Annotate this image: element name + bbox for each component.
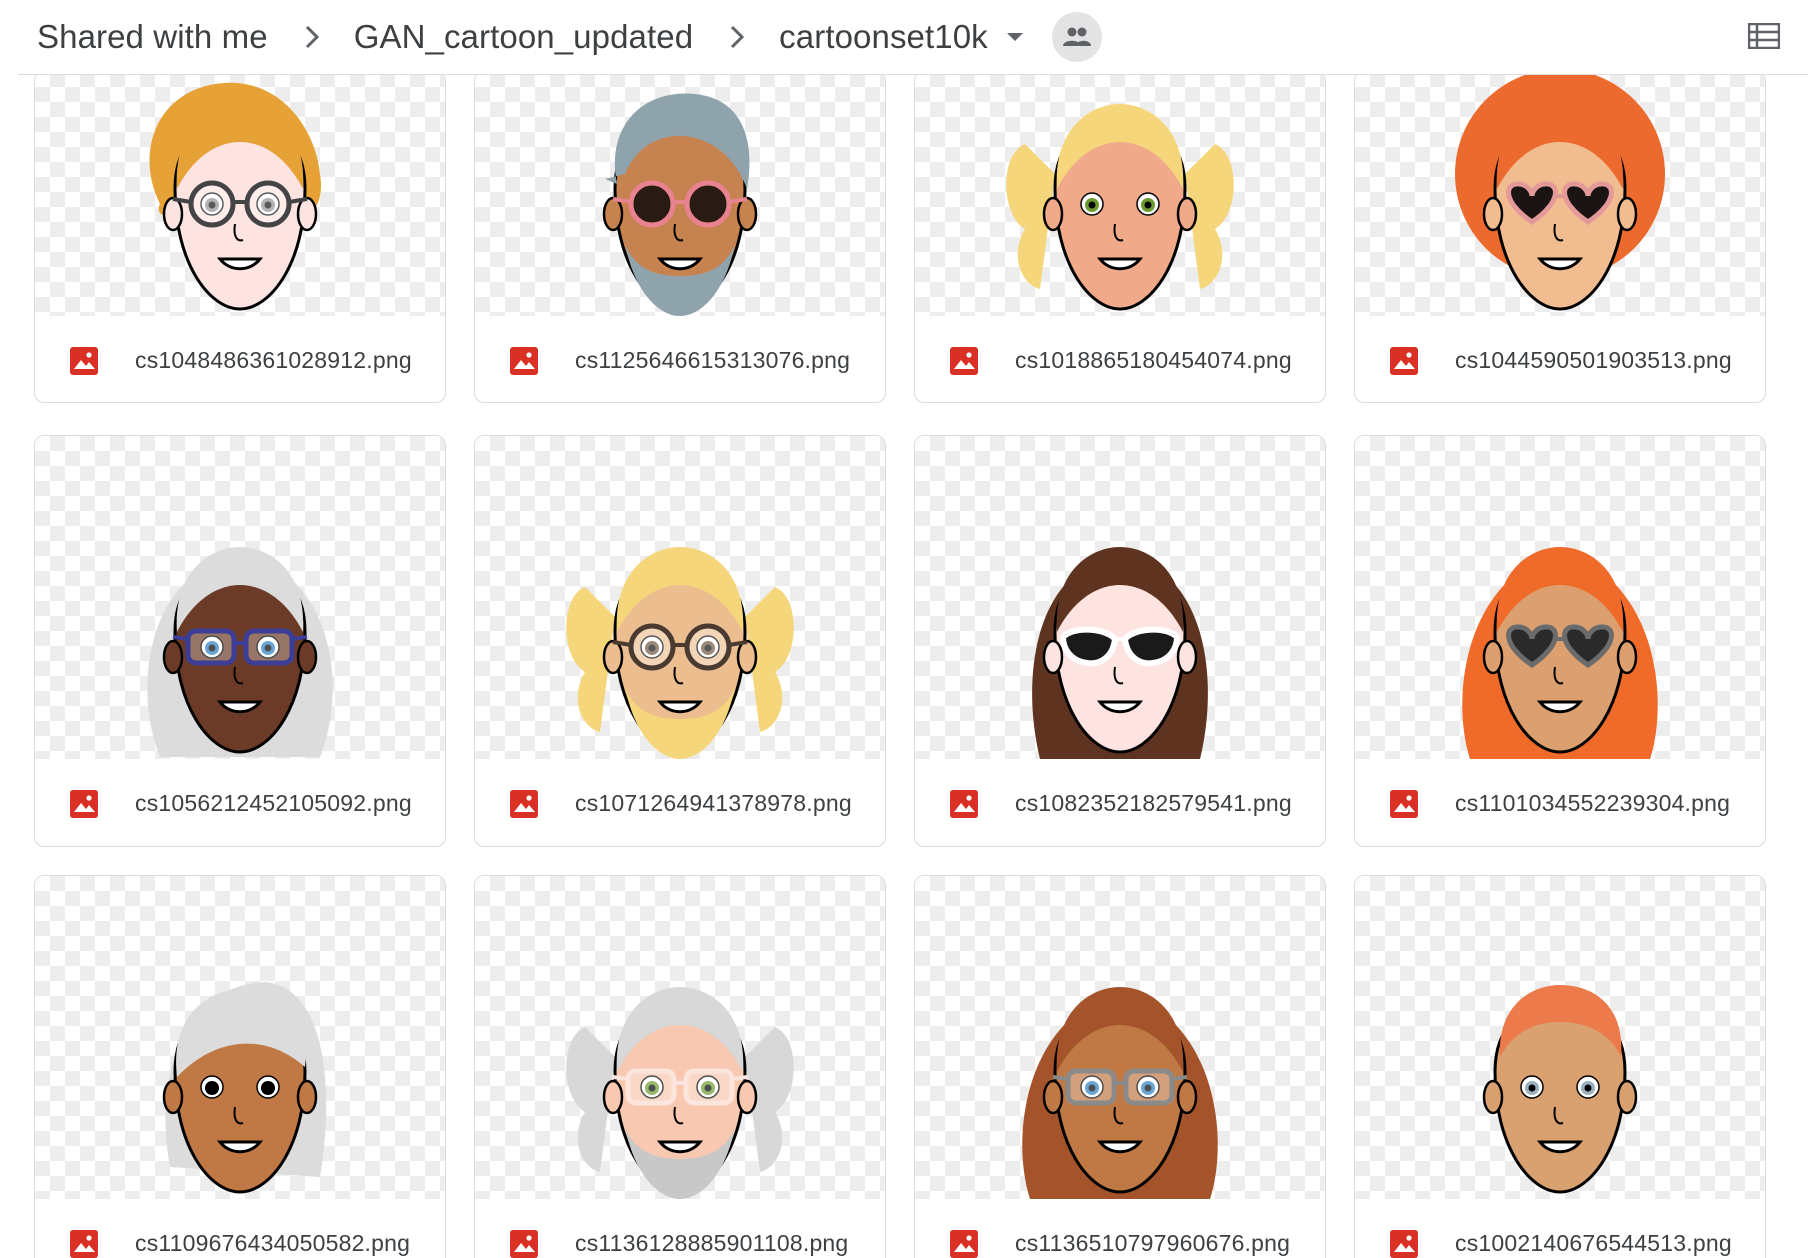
- image-file-icon: [510, 789, 538, 818]
- file-card[interactable]: cs1002140676544513.png: [1354, 875, 1766, 1258]
- file-name: cs1082352182579541.png: [1015, 790, 1292, 816]
- cartoon-avatar: [1462, 547, 1658, 759]
- cartoon-avatar: [566, 547, 794, 759]
- cartoon-avatar: [566, 987, 794, 1199]
- file-thumbnail[interactable]: [475, 75, 885, 316]
- breadcrumb-shared-with-me[interactable]: Shared with me: [37, 18, 268, 56]
- file-name: cs1002140676544513.png: [1455, 1230, 1732, 1256]
- image-file-icon: [70, 1229, 98, 1258]
- file-thumbnail[interactable]: [915, 75, 1325, 316]
- cartoon-avatar: [1455, 75, 1665, 311]
- file-meta[interactable]: cs1136510797960676.png: [915, 1199, 1325, 1258]
- image-file-icon: [70, 789, 98, 818]
- file-meta[interactable]: cs1101034552239304.png: [1355, 759, 1765, 846]
- cartoon-avatar: [1032, 547, 1208, 759]
- image-file-icon: [950, 789, 978, 818]
- file-meta[interactable]: cs1082352182579541.png: [915, 759, 1325, 846]
- file-card[interactable]: cs1136128885901108.png: [474, 875, 886, 1258]
- file-name: cs1109676434050582.png: [135, 1230, 411, 1256]
- breadcrumb-bar: Shared with me GAN_cartoon_updated carto…: [0, 0, 1808, 74]
- cartoon-avatar: [149, 82, 321, 311]
- file-meta[interactable]: cs1109676434050582.png: [35, 1199, 445, 1258]
- file-name: cs1125646615313076.png: [575, 347, 851, 373]
- file-name: cs1136510797960676.png: [1015, 1230, 1291, 1256]
- file-name: cs1018865180454074.png: [1015, 347, 1292, 373]
- cartoon-avatar: [1482, 985, 1638, 1194]
- chevron-right-icon: [723, 23, 751, 51]
- file-thumbnail[interactable]: [35, 436, 445, 759]
- breadcrumb-cartoonset10k[interactable]: cartoonset10k: [779, 18, 988, 56]
- file-card[interactable]: cs1071264941378978.png: [474, 435, 886, 847]
- cartoon-avatar: [1022, 987, 1218, 1199]
- image-file-icon: [70, 346, 98, 375]
- file-grid: cs1048486361028912.png cs112564661531307…: [34, 75, 1784, 1258]
- chevron-right-icon: [298, 23, 326, 51]
- file-name: cs1056212452105092.png: [135, 790, 412, 816]
- image-file-icon: [1390, 1229, 1418, 1258]
- file-card[interactable]: cs1018865180454074.png: [914, 75, 1326, 403]
- image-file-icon: [1390, 346, 1418, 375]
- file-meta[interactable]: cs1136128885901108.png: [475, 1199, 885, 1258]
- list-view-icon[interactable]: [1742, 14, 1786, 58]
- file-meta[interactable]: cs1044590501903513.png: [1355, 316, 1765, 402]
- file-card[interactable]: cs1056212452105092.png: [34, 435, 446, 847]
- file-meta[interactable]: cs1056212452105092.png: [35, 759, 445, 846]
- cartoon-avatar: [602, 93, 758, 316]
- image-file-icon: [510, 346, 538, 375]
- people-icon[interactable]: [1051, 12, 1102, 62]
- file-thumbnail[interactable]: [1355, 436, 1765, 759]
- caret-down-icon[interactable]: [1000, 22, 1030, 52]
- file-card[interactable]: cs1136510797960676.png: [914, 875, 1326, 1258]
- cartoon-avatar: [147, 547, 333, 757]
- cartoon-avatar: [162, 982, 327, 1194]
- file-card[interactable]: cs1109676434050582.png: [34, 875, 446, 1258]
- file-thumbnail[interactable]: [35, 876, 445, 1199]
- file-card[interactable]: cs1125646615313076.png: [474, 75, 886, 403]
- image-file-icon: [1390, 789, 1418, 818]
- breadcrumb-gan-cartoon-updated[interactable]: GAN_cartoon_updated: [354, 18, 693, 56]
- file-thumbnail[interactable]: [475, 436, 885, 759]
- file-name: cs1071264941378978.png: [575, 790, 852, 816]
- file-name: cs1101034552239304.png: [1455, 790, 1731, 816]
- file-meta[interactable]: cs1018865180454074.png: [915, 316, 1325, 402]
- image-file-icon: [950, 1229, 978, 1258]
- file-card[interactable]: cs1048486361028912.png: [34, 75, 446, 403]
- file-meta[interactable]: cs1002140676544513.png: [1355, 1199, 1765, 1258]
- image-file-icon: [950, 346, 978, 375]
- file-name: cs1044590501903513.png: [1455, 347, 1732, 373]
- file-thumbnail[interactable]: [915, 876, 1325, 1199]
- image-file-icon: [510, 1229, 538, 1258]
- file-thumbnail[interactable]: [1355, 876, 1765, 1199]
- file-card[interactable]: cs1044590501903513.png: [1354, 75, 1766, 403]
- file-meta[interactable]: cs1071264941378978.png: [475, 759, 885, 846]
- file-thumbnail[interactable]: [1355, 75, 1765, 316]
- file-name: cs1048486361028912.png: [135, 347, 412, 373]
- cartoon-avatar: [1006, 104, 1234, 311]
- file-thumbnail[interactable]: [35, 75, 445, 316]
- file-card[interactable]: cs1082352182579541.png: [914, 435, 1326, 847]
- file-meta[interactable]: cs1125646615313076.png: [475, 316, 885, 402]
- file-meta[interactable]: cs1048486361028912.png: [35, 316, 445, 402]
- file-thumbnail[interactable]: [475, 876, 885, 1199]
- file-name: cs1136128885901108.png: [575, 1230, 849, 1256]
- file-card[interactable]: cs1101034552239304.png: [1354, 435, 1766, 847]
- file-thumbnail[interactable]: [915, 436, 1325, 759]
